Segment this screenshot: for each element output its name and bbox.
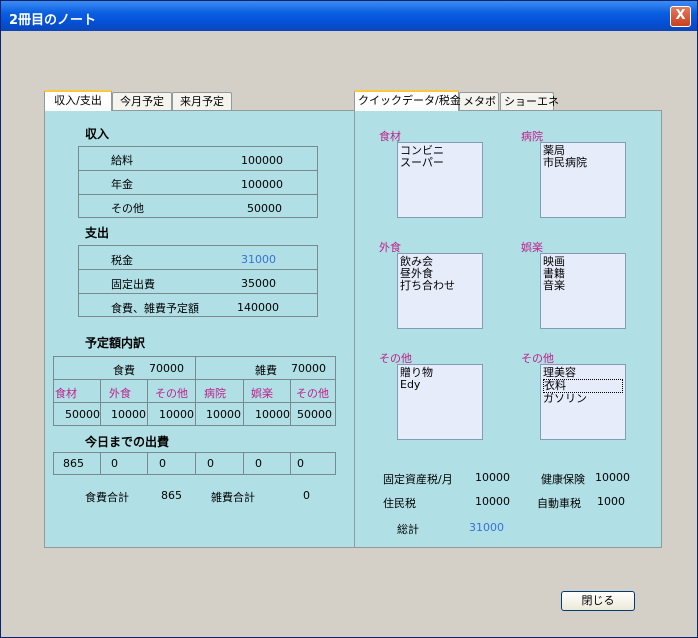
hospital-list[interactable]: 薬局 市民病院: [540, 142, 626, 218]
income-label: その他: [111, 202, 144, 215]
health-insurance-label: 健康保険: [541, 473, 585, 486]
list-item[interactable]: 打ち合わせ: [400, 280, 480, 292]
list-item[interactable]: 音楽: [543, 280, 623, 292]
food-other-list[interactable]: 贈り物 Edy: [397, 364, 483, 440]
resident-tax-value: 10000: [475, 495, 510, 508]
expense-label: 食費、雑費予定額: [111, 302, 199, 315]
main-window: 2冊目のノート X 収入/支出 今月予定 来月予定 収入 給料 100000 年…: [0, 0, 698, 638]
title-bar[interactable]: 2冊目のノート X: [1, 1, 697, 31]
budget-cell: 10000: [111, 408, 146, 421]
tax-total-value: 31000: [469, 521, 504, 534]
expense-value: 140000: [237, 301, 279, 314]
close-icon[interactable]: X: [670, 6, 691, 27]
tab-metabo[interactable]: メタボ: [459, 92, 499, 111]
tax-total-label: 総計: [397, 523, 419, 536]
budget-cell: 10000: [255, 408, 290, 421]
budget-cell: 50000: [297, 408, 332, 421]
food-total-value: 865: [161, 489, 182, 502]
food-material-list[interactable]: コンビニ スーパー: [397, 142, 483, 218]
list-item[interactable]: ガソリン: [543, 393, 623, 405]
budget-column-header: その他: [155, 387, 188, 400]
spent-cell: 0: [297, 457, 304, 470]
health-insurance-value: 10000: [595, 471, 630, 484]
tab-next-month[interactable]: 来月予定: [172, 92, 232, 111]
budget-heading: 予定額内訳: [85, 336, 146, 350]
income-label: 給料: [111, 154, 133, 167]
misc-other-list[interactable]: 理美容 衣料 ガソリン: [540, 364, 626, 440]
budget-column-header: 娯楽: [251, 387, 273, 400]
budget-column-header: その他: [296, 387, 329, 400]
list-item[interactable]: 理美容: [543, 367, 623, 379]
car-tax-value: 1000: [597, 495, 625, 508]
car-tax-label: 自動車税: [537, 497, 581, 510]
list-item[interactable]: スーパー: [400, 157, 480, 169]
list-item[interactable]: 市民病院: [543, 157, 623, 169]
spent-cell: 0: [111, 457, 118, 470]
budget-column-header: 外食: [109, 387, 131, 400]
income-expense-panel: 収入 給料 100000 年金 100000 その他 50000 支出 税金 3…: [44, 110, 355, 548]
expense-heading: 支出: [85, 226, 110, 240]
misc-total-value: 0: [303, 489, 310, 502]
fixed-asset-tax-value: 10000: [475, 471, 510, 484]
resident-tax-label: 住民税: [383, 497, 416, 510]
spent-cell: 0: [207, 457, 214, 470]
tab-income-expense[interactable]: 収入/支出: [44, 90, 112, 111]
fixed-asset-tax-label: 固定資産税/月: [383, 473, 453, 486]
food-total-label: 食費合計: [85, 491, 129, 504]
tab-quick-data-tax[interactable]: クイックデータ/税金: [354, 90, 461, 111]
spent-cell: 0: [159, 457, 166, 470]
misc-total-label: 雑費合計: [211, 491, 255, 504]
tab-shoene[interactable]: ショーエネ: [500, 92, 559, 111]
spent-cell: 865: [63, 457, 84, 470]
budget-cell: 10000: [206, 408, 241, 421]
income-value: 100000: [241, 154, 283, 167]
spent-heading: 今日までの出費: [85, 435, 170, 449]
list-item[interactable]: Edy: [400, 379, 480, 391]
budget-cell: 50000: [65, 408, 100, 421]
entertainment-list[interactable]: 映画 書籍 音楽: [540, 253, 626, 329]
income-value: 100000: [241, 178, 283, 191]
close-button[interactable]: 閉じる: [561, 591, 635, 611]
income-value: 50000: [247, 202, 282, 215]
spent-cell: 0: [255, 457, 262, 470]
expense-label: 固定出費: [111, 278, 155, 291]
budget-column-header: 病院: [204, 387, 226, 400]
tab-this-month[interactable]: 今月予定: [112, 92, 172, 111]
expense-value: 35000: [241, 277, 276, 290]
income-label: 年金: [111, 178, 133, 191]
client-area: 収入/支出 今月予定 来月予定 収入 給料 100000 年金 100000 そ…: [4, 31, 694, 635]
budget-column-header: 食材: [55, 387, 77, 400]
list-item-selected[interactable]: 衣料: [543, 379, 623, 393]
misc-budget-label: 雑費: [255, 364, 277, 377]
quick-data-panel: 食材 コンビニ スーパー 病院 薬局 市民病院 外食 飲み会 昼外食 打ち合わせ…: [354, 110, 662, 548]
eating-out-list[interactable]: 飲み会 昼外食 打ち合わせ: [397, 253, 483, 329]
budget-cell: 10000: [159, 408, 194, 421]
food-budget-label: 食費: [113, 364, 135, 377]
expense-label: 税金: [111, 254, 133, 267]
misc-budget-value: 70000: [291, 362, 326, 375]
food-budget-value: 70000: [149, 362, 184, 375]
tax-total-value: 31000: [241, 253, 276, 266]
income-heading: 収入: [85, 127, 110, 141]
window-title: 2冊目のノート: [9, 13, 97, 28]
